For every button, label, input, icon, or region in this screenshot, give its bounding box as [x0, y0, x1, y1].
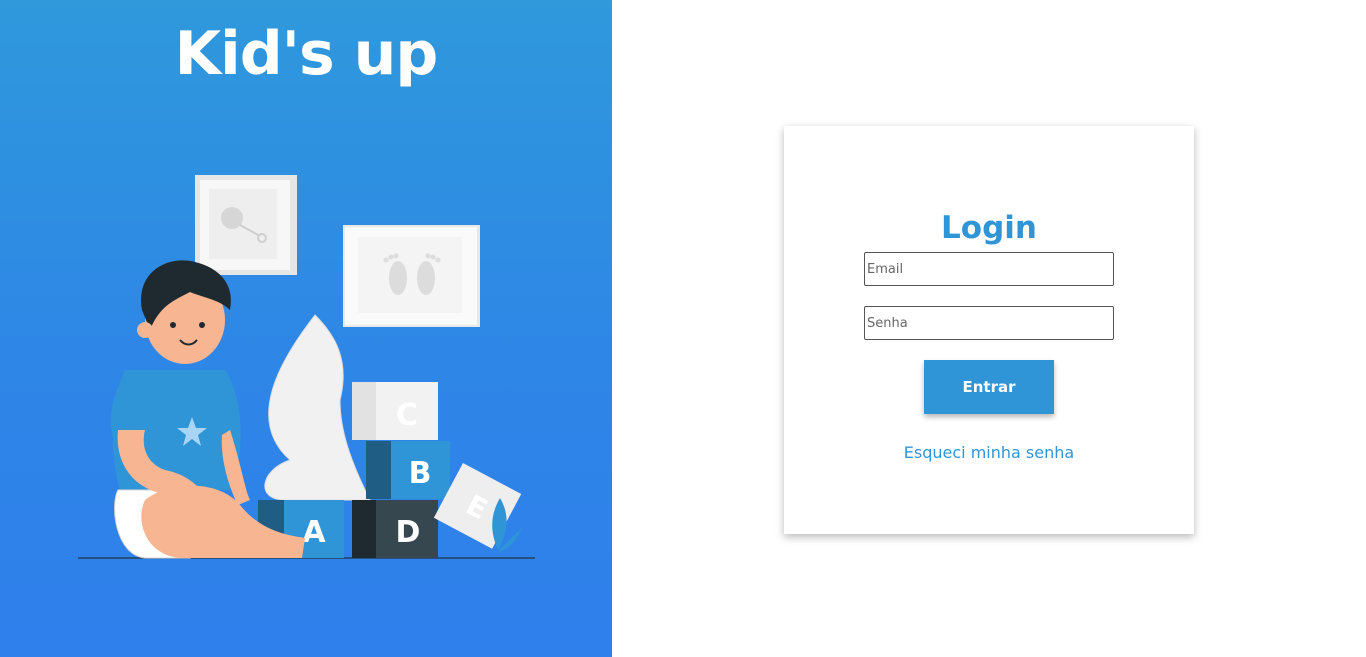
- login-card: Login Entrar Esqueci minha senha: [784, 126, 1194, 534]
- footprints-frame: [343, 225, 480, 327]
- svg-text:B: B: [409, 456, 432, 491]
- svg-text:C: C: [396, 398, 418, 433]
- brand-title: Kid's up: [174, 19, 439, 89]
- email-field[interactable]: [864, 252, 1114, 286]
- password-field[interactable]: [864, 306, 1114, 340]
- login-title: Login: [941, 210, 1037, 246]
- rattle-frame: [195, 175, 297, 275]
- svg-text:D: D: [396, 515, 421, 550]
- svg-text:A: A: [302, 515, 326, 550]
- forgot-password-link[interactable]: Esqueci minha senha: [784, 442, 1194, 464]
- login-button[interactable]: Entrar: [924, 360, 1054, 414]
- child-playing-illustration: C B D A E: [78, 175, 535, 559]
- brand-panel: Kid's up C B D A E: [0, 0, 612, 657]
